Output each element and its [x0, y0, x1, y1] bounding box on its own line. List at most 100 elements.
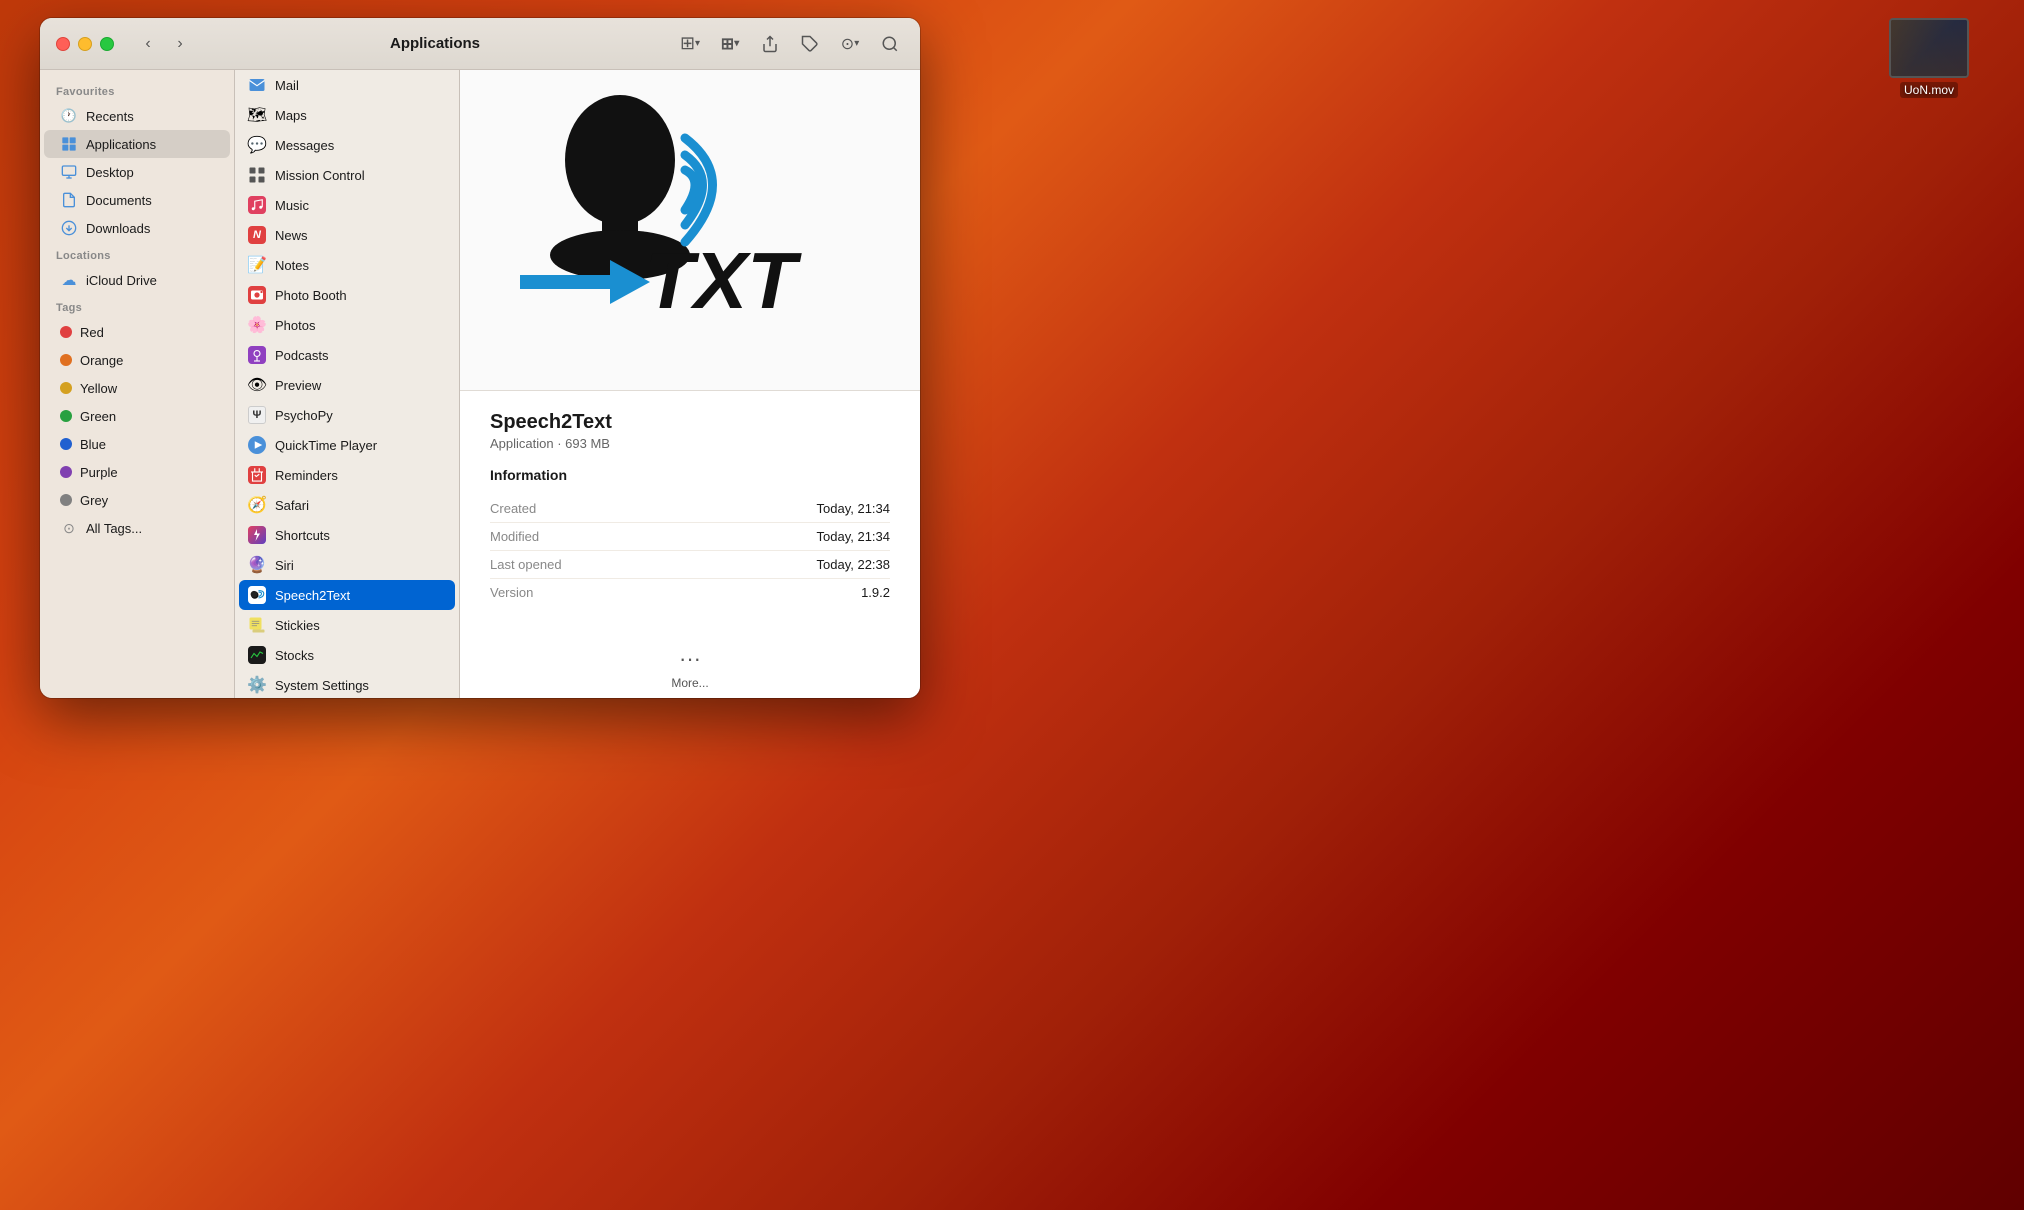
all-tags-label: All Tags... [86, 521, 142, 536]
file-item-preview[interactable]: 👁 Preview [235, 370, 459, 400]
speech2text-icon [247, 585, 267, 605]
stickies-icon [247, 615, 267, 635]
sidebar-item-documents[interactable]: Documents [44, 186, 230, 214]
preview-icon: 👁 [247, 375, 267, 395]
file-item-quicktime[interactable]: QuickTime Player [235, 430, 459, 460]
actions-icon[interactable]: ⊙▾ [836, 30, 864, 58]
grey-tag-dot [60, 494, 72, 506]
orange-tag-dot [60, 354, 72, 366]
file-item-quicktime-label: QuickTime Player [275, 438, 377, 453]
tag-red-label: Red [80, 325, 104, 340]
file-item-news[interactable]: N News [235, 220, 459, 250]
notes-icon: 📝 [247, 255, 267, 275]
green-tag-dot [60, 410, 72, 422]
file-list: Mail 🗺 Maps 💬 Messages Mission C [235, 70, 460, 698]
traffic-lights [56, 37, 114, 51]
system-settings-icon: ⚙️ [247, 675, 267, 695]
file-item-siri[interactable]: 🔮 Siri [235, 550, 459, 580]
toolbar-right: ⊞▾ ⊞▾ ⊙▾ [676, 30, 904, 58]
file-item-safari[interactable]: 🧭 Safari [235, 490, 459, 520]
info-row-created: Created Today, 21:34 [490, 495, 890, 523]
created-label: Created [490, 501, 536, 516]
file-item-photo-booth[interactable]: Photo Booth [235, 280, 459, 310]
file-item-psychopy[interactable]: Ψ PsychoPy [235, 400, 459, 430]
file-item-notes-label: Notes [275, 258, 309, 273]
sidebar-item-tag-yellow[interactable]: Yellow [44, 374, 230, 402]
applications-icon [60, 135, 78, 153]
file-item-stocks[interactable]: Stocks [235, 640, 459, 670]
sidebar-item-applications-label: Applications [86, 137, 156, 152]
view-toggle-icon[interactable]: ⊞▾ [676, 30, 704, 58]
version-label: Version [490, 585, 533, 600]
file-item-siri-label: Siri [275, 558, 294, 573]
file-item-system-settings[interactable]: ⚙️ System Settings [235, 670, 459, 698]
file-item-messages[interactable]: 💬 Messages [235, 130, 459, 160]
tag-yellow-label: Yellow [80, 381, 117, 396]
file-item-mission-control[interactable]: Mission Control [235, 160, 459, 190]
sidebar-item-downloads-label: Downloads [86, 221, 150, 236]
reminders-icon [247, 465, 267, 485]
file-item-stickies[interactable]: Stickies [235, 610, 459, 640]
info-section-label: Information [490, 467, 890, 483]
preview-image-area: TXT [460, 70, 920, 391]
file-item-mission-control-label: Mission Control [275, 168, 365, 183]
file-item-mail-label: Mail [275, 78, 299, 93]
group-icon[interactable]: ⊞▾ [716, 30, 744, 58]
sidebar-item-downloads[interactable]: Downloads [44, 214, 230, 242]
news-icon: N [247, 225, 267, 245]
modified-label: Modified [490, 529, 539, 544]
sidebar-item-desktop[interactable]: Desktop [44, 158, 230, 186]
locations-label: Locations [40, 242, 234, 266]
svg-text:TXT: TXT [645, 236, 802, 325]
yellow-tag-dot [60, 382, 72, 394]
sidebar-item-icloud[interactable]: ☁ iCloud Drive [44, 266, 230, 294]
share-icon[interactable] [756, 30, 784, 58]
sidebar-item-tag-grey[interactable]: Grey [44, 486, 230, 514]
file-item-music-label: Music [275, 198, 309, 213]
maximize-button[interactable] [100, 37, 114, 51]
red-tag-dot [60, 326, 72, 338]
messages-icon: 💬 [247, 135, 267, 155]
file-item-podcasts[interactable]: Podcasts [235, 340, 459, 370]
more-label[interactable]: More... [671, 676, 708, 690]
sidebar-item-tag-orange[interactable]: Orange [44, 346, 230, 374]
file-item-podcasts-label: Podcasts [275, 348, 328, 363]
file-item-shortcuts-label: Shortcuts [275, 528, 330, 543]
podcasts-icon [247, 345, 267, 365]
desktop-file-label: UoN.mov [1900, 82, 1958, 98]
file-item-reminders[interactable]: Reminders [235, 460, 459, 490]
app-meta: Application · 693 MB [490, 436, 890, 451]
sidebar-item-documents-label: Documents [86, 193, 152, 208]
file-item-photos[interactable]: 🌸 Photos [235, 310, 459, 340]
sidebar-item-tag-blue[interactable]: Blue [44, 430, 230, 458]
file-item-speech2text[interactable]: Speech2Text [239, 580, 455, 610]
sidebar-item-recents[interactable]: 🕐 Recents [44, 102, 230, 130]
close-button[interactable] [56, 37, 70, 51]
file-item-mail[interactable]: Mail [235, 70, 459, 100]
minimize-button[interactable] [78, 37, 92, 51]
more-icon[interactable]: ··· [679, 646, 701, 672]
info-row-last-opened: Last opened Today, 22:38 [490, 551, 890, 579]
sidebar-item-tag-green[interactable]: Green [44, 402, 230, 430]
purple-tag-dot [60, 466, 72, 478]
app-name: Speech2Text [490, 411, 890, 434]
file-item-music[interactable]: Music [235, 190, 459, 220]
desktop-file-uon[interactable]: UoN.mov [1889, 18, 1969, 98]
search-icon[interactable] [876, 30, 904, 58]
sidebar-item-recents-label: Recents [86, 109, 134, 124]
file-item-speech2text-label: Speech2Text [275, 588, 350, 603]
tag-icon[interactable] [796, 30, 824, 58]
sidebar-item-applications[interactable]: Applications [44, 130, 230, 158]
file-item-photo-booth-label: Photo Booth [275, 288, 347, 303]
back-button[interactable]: ‹ [134, 30, 162, 58]
file-item-notes[interactable]: 📝 Notes [235, 250, 459, 280]
file-item-shortcuts[interactable]: Shortcuts [235, 520, 459, 550]
sidebar-item-all-tags[interactable]: ⊙ All Tags... [44, 514, 230, 542]
sidebar-item-tag-red[interactable]: Red [44, 318, 230, 346]
file-item-maps[interactable]: 🗺 Maps [235, 100, 459, 130]
modified-value: Today, 21:34 [817, 529, 890, 544]
forward-button[interactable]: › [166, 30, 194, 58]
desktop-icon [60, 163, 78, 181]
sidebar-item-tag-purple[interactable]: Purple [44, 458, 230, 486]
file-item-maps-label: Maps [275, 108, 307, 123]
